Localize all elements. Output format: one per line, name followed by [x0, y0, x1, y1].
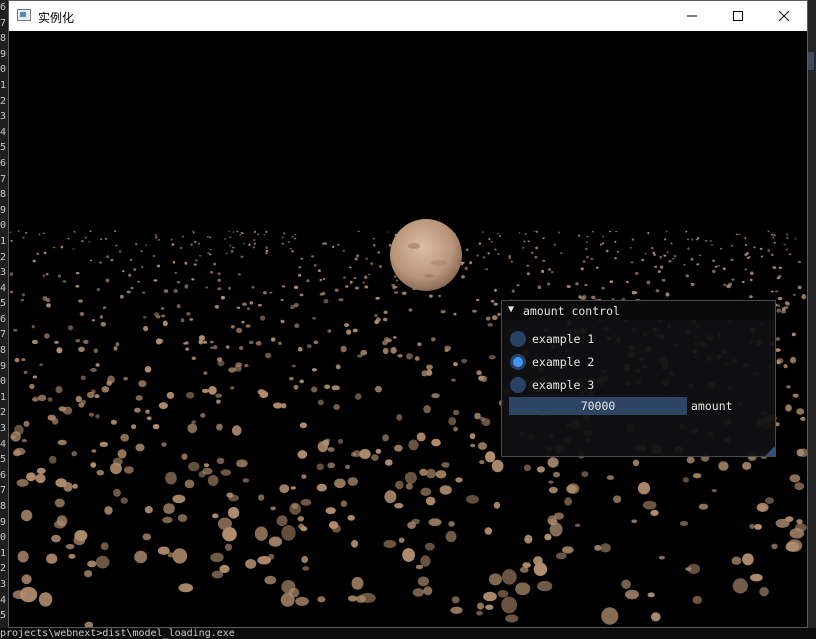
gutter-line-number: 7 — [0, 485, 7, 497]
gutter-line-number: 4 — [0, 282, 7, 294]
imgui-amount-control-panel[interactable]: ▼ amount control example 1 example 2 exa… — [501, 300, 776, 457]
gutter-line-number: 9 — [0, 48, 7, 60]
gutter-line-number: 9 — [0, 360, 7, 372]
slider-label: amount — [691, 399, 733, 413]
planet — [390, 219, 462, 291]
gutter-line-number: 0 — [0, 64, 7, 76]
gutter-line-number: 7 — [0, 17, 7, 29]
render-viewport[interactable]: ▼ amount control example 1 example 2 exa… — [9, 31, 807, 627]
gutter-line-number: 5 — [0, 298, 7, 310]
gutter-line-number: 4 — [0, 594, 7, 606]
gutter-line-number: 4 — [0, 126, 7, 138]
gutter-line-number: 1 — [0, 391, 7, 403]
maximize-icon — [733, 11, 743, 21]
gutter-line-number: 4 — [0, 438, 7, 450]
panel-title: amount control — [523, 304, 620, 318]
radio-label: example 2 — [532, 355, 595, 369]
gutter-line-number: 2 — [0, 251, 7, 263]
gutter-line-number: 6 — [0, 313, 7, 325]
radio-circle-icon[interactable] — [510, 331, 526, 347]
resize-grip-icon[interactable] — [765, 446, 775, 456]
close-icon — [779, 11, 789, 21]
gutter-line-number: 3 — [0, 111, 7, 123]
background-editor-scrollbar — [808, 0, 816, 639]
gutter-line-number: 9 — [0, 516, 7, 528]
gutter-line-number: 5 — [0, 142, 7, 154]
radio-example-3[interactable]: example 3 — [510, 376, 594, 394]
gutter-line-number: 6 — [0, 2, 7, 13]
gutter-line-number: 1 — [0, 79, 7, 91]
gutter-line-number: 2 — [0, 563, 7, 575]
gutter-line-number: 0 — [0, 376, 7, 388]
gutter-line-number: 7 — [0, 329, 7, 341]
maximize-button[interactable] — [715, 1, 761, 31]
gutter-line-number: 5 — [0, 454, 7, 466]
gutter-line-number: 8 — [0, 501, 7, 512]
slider-value: 70000 — [580, 399, 616, 413]
gutter-line-number: 1 — [0, 547, 7, 559]
title-bar[interactable]: 实例化 — [9, 1, 807, 31]
gutter-line-number: 2 — [0, 95, 7, 107]
gutter-line-number: 8 — [0, 345, 7, 357]
gutter-line-number: 3 — [0, 423, 7, 435]
radio-label: example 3 — [532, 378, 595, 392]
radio-example-2[interactable]: example 2 — [510, 353, 594, 371]
window-title: 实例化 — [38, 11, 75, 25]
minimize-icon — [687, 15, 697, 17]
background-console-line: projects\webnext>dist\model_loading.exe — [0, 628, 816, 639]
app-window-icon — [17, 9, 31, 21]
gutter-line-number: 6 — [0, 157, 7, 169]
gutter-line-number: 8 — [0, 33, 7, 45]
close-button[interactable] — [761, 1, 807, 31]
gutter-line-number: 8 — [0, 189, 7, 201]
collapse-triangle-icon[interactable]: ▼ — [508, 304, 514, 315]
radio-example-1[interactable]: example 1 — [510, 330, 594, 348]
gutter-line-number: 5 — [0, 610, 7, 622]
gutter-line-number: 3 — [0, 578, 7, 590]
minimize-button[interactable] — [669, 1, 715, 31]
gutter-line-number: 9 — [0, 204, 7, 216]
radio-label: example 1 — [532, 332, 595, 346]
gutter-line-number: 2 — [0, 407, 7, 419]
background-editor-gutter: 6 7 8 9 0 1 2 3 4 5 6 7 8 9 0 1 2 3 4 5 6 7 8 9 0 1 2 3 4 5 6 7 8 9 0 1 2 3 4 5 — [0, 0, 8, 639]
app-window: 实例化 ▼ amount control example 1 example 2… — [8, 0, 808, 628]
scrollbar-marker — [808, 52, 814, 70]
gutter-line-number: 1 — [0, 235, 7, 247]
gutter-line-number: 0 — [0, 220, 7, 232]
gutter-line-number: 7 — [0, 173, 7, 185]
amount-slider[interactable]: 70000 — [509, 397, 687, 415]
gutter-line-number: 3 — [0, 267, 7, 279]
gutter-line-number: 6 — [0, 469, 7, 481]
radio-circle-icon[interactable] — [510, 377, 526, 393]
panel-header[interactable]: ▼ amount control — [502, 301, 775, 320]
radio-circle-selected-icon[interactable] — [510, 354, 526, 370]
gutter-line-number: 0 — [0, 532, 7, 544]
